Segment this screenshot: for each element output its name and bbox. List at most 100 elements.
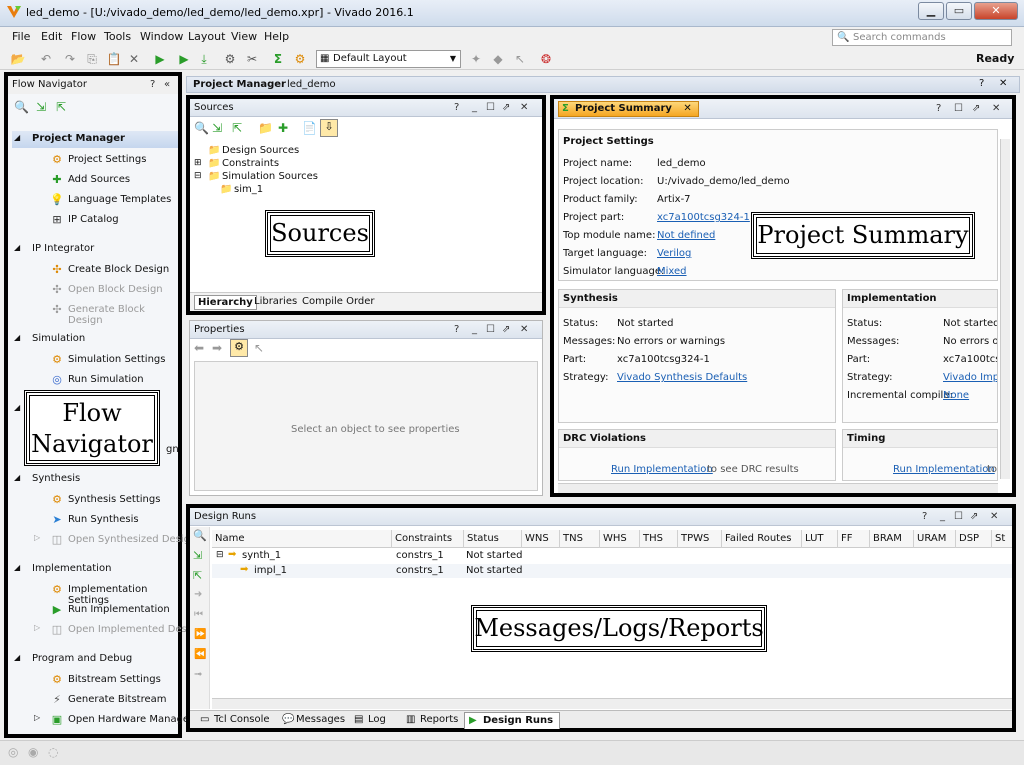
link-synth-strategy[interactable]: Vivado Synthesis Defaults [617,372,747,383]
download-icon[interactable]: ⤓ [196,51,212,67]
expand-arrow-icon[interactable]: ▷ [34,533,40,542]
nav-add-sources[interactable]: Add Sources [68,174,130,185]
link-impl-strategy[interactable]: Vivado Imple [943,372,997,383]
search-input[interactable]: 🔍 Search commands [832,29,1012,46]
collapse-minus-icon[interactable]: ⊟ [216,550,224,560]
back-arrow-icon[interactable]: ⬅ [194,341,204,355]
expand-arrow-icon[interactable]: ▷ [34,713,40,722]
col-ff[interactable]: FF [838,530,870,548]
help-question-icon[interactable]: ? [150,76,155,93]
link-incremental-compile[interactable]: None [943,390,969,401]
tab-messages[interactable]: Messages [296,714,345,725]
nav-open-hardware-manager[interactable]: Open Hardware Manager [68,714,193,725]
collapse-arrow-icon[interactable]: ◢ [14,473,20,482]
collapse-all-icon[interactable]: ⇱ [56,100,66,114]
redo-icon[interactable]: ↷ [62,51,78,67]
add-sources-icon[interactable]: ✚ [278,121,288,135]
maximize-icon[interactable]: ☐ [954,508,963,525]
nav-generate-block-design[interactable]: Generate Block Design [68,304,178,326]
minimize-icon[interactable]: _ [940,508,945,525]
col-failed-routes[interactable]: Failed Routes [722,530,802,548]
arrow-right-icon[interactable]: ➜ [194,589,202,600]
col-bram[interactable]: BRAM [870,530,914,548]
minimize-button[interactable]: ▁ [918,2,944,20]
col-st[interactable]: St [992,530,1012,548]
collapse-arrow-icon[interactable]: ◢ [14,333,20,342]
nav-create-block-design[interactable]: Create Block Design [68,264,169,275]
tab-compile-order[interactable]: Compile Order [302,296,375,307]
link-drc-run-implementation[interactable]: Run Implementation [611,464,713,475]
close-tab-icon[interactable]: ✕ [683,103,691,114]
table-row[interactable]: ⊟ ➡ synth_1 constrs_1 Not started [212,549,1012,563]
link-top-module[interactable]: Not defined [657,230,715,241]
maximize-icon[interactable]: ☐ [486,99,495,116]
col-tns[interactable]: TNS [560,530,600,548]
menu-view[interactable]: View [231,30,257,43]
close-icon[interactable]: ✕ [520,99,528,116]
tree-constraints[interactable]: Constraints [222,158,279,169]
runs-hscrollbar[interactable] [212,698,1012,709]
collapse-minus-icon[interactable]: ⊟ [194,171,202,181]
collapse-icon[interactable]: « [164,76,170,93]
collapse-arrow-icon[interactable]: ◢ [14,563,20,572]
nav-generate-bitstream[interactable]: Generate Bitstream [68,694,167,705]
expand-arrow-icon[interactable]: ▷ [34,623,40,632]
paste-icon[interactable]: 📋 [106,51,122,67]
help-question-icon[interactable]: ? [936,100,941,117]
col-uram[interactable]: URAM [914,530,956,548]
properties-settings-icon[interactable]: ⚙ [230,339,248,357]
close-icon[interactable]: ✕ [999,78,1007,89]
expand-all-icon[interactable]: ⇲ [212,121,222,135]
col-tpws[interactable]: TPWS [678,530,722,548]
col-whs[interactable]: WHS [600,530,640,548]
menu-file[interactable]: File [12,30,30,43]
tab-libraries[interactable]: Libraries [254,296,297,307]
col-name[interactable]: Name [212,530,392,548]
nav-language-templates[interactable]: Language Templates [68,194,171,205]
tab-reports[interactable]: Reports [420,714,458,725]
run-icon[interactable]: ▶ [176,51,192,67]
ip-settings-icon[interactable]: ⚙ [292,51,308,67]
collapse-arrow-icon[interactable]: ◢ [14,133,20,142]
sigma-icon[interactable]: Σ [270,51,286,67]
fast-forward-icon[interactable]: ⏩ [194,629,206,640]
close-icon[interactable]: ✕ [520,321,528,338]
collapse-all-icon[interactable]: ⇱ [193,569,202,582]
table-row[interactable]: ➡ impl_1 constrs_1 Not started [212,564,1012,578]
menu-tools[interactable]: Tools [104,30,131,43]
float-icon[interactable]: ⇗ [502,321,510,338]
close-icon[interactable]: ✕ [990,508,998,525]
search-icon[interactable]: 🔍 [194,121,209,135]
first-icon[interactable]: ⏮ [194,609,203,620]
minimize-icon[interactable]: _ [472,99,477,116]
delete-icon[interactable]: ✕ [126,51,142,67]
maximize-icon[interactable]: ☐ [486,321,495,338]
run-step-icon[interactable]: ▶ [152,51,168,67]
nav-open-synthesized-design[interactable]: Open Synthesized Design [68,534,196,545]
menu-window[interactable]: Window [140,30,183,43]
layout-select[interactable]: ▦ Default Layout ▼ [316,50,461,68]
section-synthesis[interactable]: Synthesis [32,473,80,484]
step-icon[interactable]: ➟ [194,669,202,680]
tab-hierarchy[interactable]: Hierarchy [194,295,257,310]
help-question-icon[interactable]: ? [979,78,984,89]
nav-open-block-design[interactable]: Open Block Design [68,284,163,295]
collapse-arrow-icon[interactable]: ◢ [14,403,20,412]
tab-project-summary[interactable]: Σ Project Summary ✕ [558,101,699,117]
folder-icon[interactable]: 📁 [258,121,273,135]
help-question-icon[interactable]: ? [922,508,927,525]
nav-ip-catalog[interactable]: IP Catalog [68,214,119,225]
expand-plus-icon[interactable]: ⊞ [194,158,202,168]
nav-run-simulation[interactable]: Run Simulation [68,374,144,385]
rewind-icon[interactable]: ⏪ [194,649,206,660]
col-dsp[interactable]: DSP [956,530,992,548]
tab-tcl-console[interactable]: Tcl Console [214,714,270,725]
close-icon[interactable]: ✕ [992,100,1000,117]
undo-icon[interactable]: ↶ [38,51,54,67]
section-simulation[interactable]: Simulation [32,333,85,344]
link-project-part[interactable]: xc7a100tcsg324-1 [657,212,750,223]
link-target-language[interactable]: Verilog [657,248,691,259]
summary-vscrollbar[interactable] [1000,139,1010,479]
maximize-icon[interactable]: ☐ [954,100,963,117]
tab-log[interactable]: Log [368,714,386,725]
